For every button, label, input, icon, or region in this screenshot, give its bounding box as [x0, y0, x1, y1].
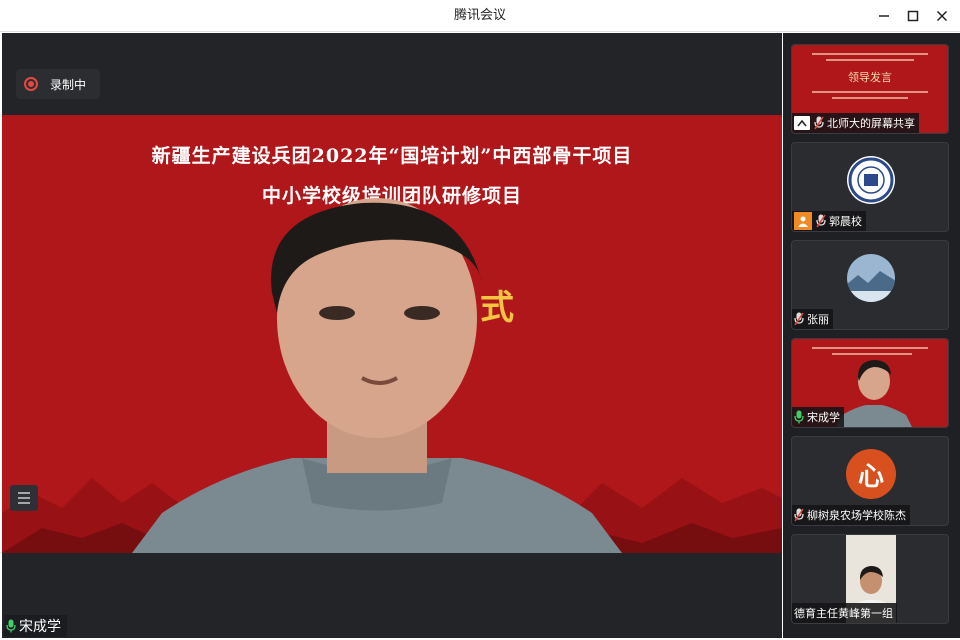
mini-slide-title: 领导发言 [848, 71, 892, 84]
university-logo-icon [847, 156, 895, 204]
participant-tile[interactable]: 郭晨校 [791, 142, 949, 232]
participant-name: 郭晨校 [829, 215, 862, 228]
main-video-area: 录制中 新疆生产建设兵团2022年“国培计划”中西部骨干项目 中小学校级培训团队… [2, 33, 782, 638]
participant-label: 张丽 [792, 309, 833, 329]
mic-off-icon [794, 508, 804, 522]
participant-label: 柳树泉农场学校陈杰 [792, 505, 910, 525]
recording-indicator[interactable]: 录制中 [16, 69, 100, 99]
slide-text-line [812, 347, 928, 349]
mic-on-icon [6, 619, 16, 633]
slide-text-line [826, 59, 914, 61]
participant-name: 柳树泉农场学校陈杰 [807, 509, 906, 522]
avatar: 心 [846, 449, 896, 499]
participant-tile[interactable]: 领导发言 北师大的屏幕共享 [791, 44, 949, 134]
participant-label: 北师大的屏幕共享 [792, 113, 919, 133]
record-icon [24, 77, 38, 91]
minimize-icon [879, 15, 889, 17]
window-title: 腾讯会议 [453, 8, 506, 23]
slide-text-line [812, 53, 928, 55]
close-icon [936, 10, 948, 22]
minimize-button[interactable] [873, 6, 895, 26]
profile-photo [847, 254, 895, 302]
maximize-icon [907, 10, 919, 22]
main-speaker-name: 宋成学 [19, 619, 61, 635]
speaker-video [132, 198, 622, 553]
main-speaker-label: 宋成学 [4, 615, 67, 637]
user-avatar-icon [794, 212, 812, 230]
participant-label: 宋成学 [792, 407, 844, 427]
slide-title-line1: 新疆生产建设兵团2022年“国培计划”中西部骨干项目 [151, 145, 633, 167]
list-button[interactable] [10, 485, 38, 511]
slide-text-line [832, 97, 908, 99]
slide-text-line [812, 91, 928, 93]
participant-name: 德育主任黄峰第一组 [794, 607, 893, 620]
participant-label: 郭晨校 [792, 211, 866, 231]
participant-tile[interactable]: 心 柳树泉农场学校陈杰 [791, 436, 949, 526]
recording-label: 录制中 [50, 77, 87, 92]
speaker-thumbnail [836, 360, 912, 427]
screen-share-icon [794, 116, 810, 130]
title-bar: 腾讯会议 [0, 0, 960, 32]
participant-name: 张丽 [807, 313, 829, 326]
participant-tile[interactable]: 宋成学 [791, 338, 949, 428]
mic-off-icon [814, 116, 824, 130]
maximize-button[interactable] [902, 6, 924, 26]
participant-label: 德育主任黄峰第一组 [792, 603, 897, 623]
participant-name: 北师大的屏幕共享 [827, 117, 915, 130]
mic-on-icon [794, 410, 804, 424]
mic-off-icon [816, 214, 826, 228]
close-button[interactable] [931, 6, 953, 26]
participant-tile[interactable]: 德育主任黄峰第一组 [791, 534, 949, 624]
participant-name: 宋成学 [807, 411, 840, 424]
mic-off-icon [794, 312, 804, 326]
list-icon [18, 492, 30, 504]
participant-tile[interactable]: 张丽 [791, 240, 949, 330]
slide-text-line [832, 353, 912, 355]
participant-sidebar: 领导发言 北师大的屏幕共享 郭晨校 张丽 宋成学 心 柳树泉农场学校陈杰 德育主… [783, 33, 960, 638]
